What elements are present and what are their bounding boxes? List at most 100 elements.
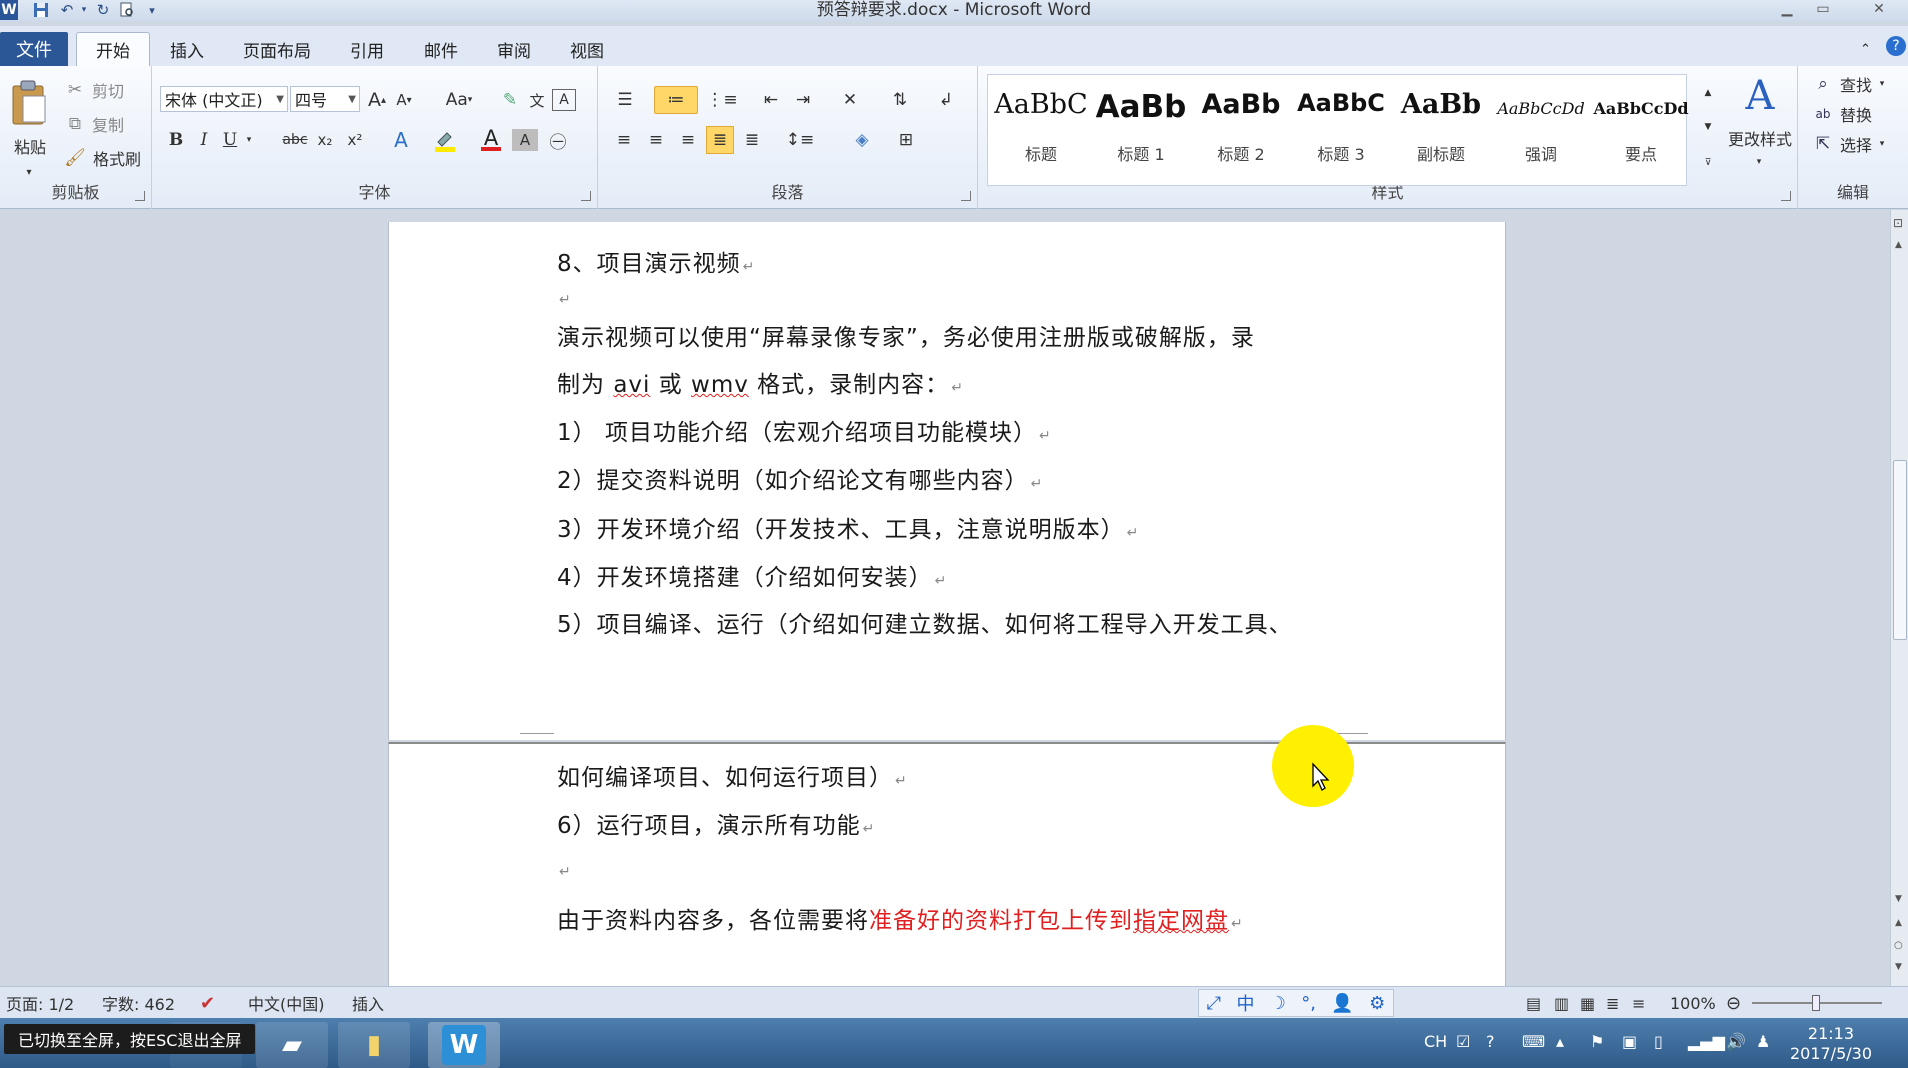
character-border-icon[interactable]: A — [552, 89, 576, 111]
taskbar-word-icon[interactable]: W — [428, 1022, 500, 1068]
gallery-scroll-down-icon[interactable]: ▼ — [1700, 110, 1716, 144]
ime-punctuation-icon[interactable]: °, — [1301, 993, 1316, 1014]
line-spacing-icon[interactable]: ↕≡ — [782, 126, 818, 154]
numbering-icon[interactable]: ≔ — [654, 86, 698, 114]
bold-button[interactable]: B — [164, 126, 188, 154]
scroll-up-icon[interactable]: ▲ — [1895, 240, 1902, 250]
print-layout-view-icon[interactable]: ▤ — [1526, 987, 1541, 1019]
ime-user-icon[interactable]: 👤 — [1331, 993, 1353, 1014]
word-count[interactable]: 字数: 462 — [102, 987, 175, 1019]
heading-demo-video[interactable]: 8、项目演示视频 ↵ — [557, 244, 755, 278]
ime-mode-indicator[interactable]: 中 — [1236, 990, 1254, 1016]
close-button[interactable]: ✕ — [1862, 0, 1896, 18]
copy-icon[interactable]: ⧉ — [64, 110, 86, 138]
increase-indent-icon[interactable]: ⇥ — [790, 86, 816, 114]
chinese-layout-icon[interactable]: ✕ — [834, 86, 866, 114]
document-area[interactable]: 8、项目演示视频 ↵ ↵ 演示视频可以使用“屏幕录像专家”，务必使用注册版或破解版… — [0, 210, 1890, 992]
replace-icon[interactable]: ab — [1812, 100, 1834, 128]
tab-page-layout[interactable]: 页面布局 — [243, 32, 311, 66]
list-item-continued[interactable]: 如何编译项目、如何运行项目） ↵ — [557, 758, 908, 792]
format-painter-button[interactable]: 格式刷 — [90, 144, 144, 172]
style-heading-3[interactable]: AaBbC 标题 3 — [1292, 79, 1390, 183]
find-icon[interactable]: ⌕ — [1812, 70, 1834, 98]
strikethrough-button[interactable]: abc — [278, 126, 312, 154]
clear-formatting-icon[interactable]: ✎ — [498, 86, 522, 114]
find-button[interactable]: 查找 — [1836, 70, 1876, 98]
distributed-icon[interactable]: ≣ — [738, 126, 766, 154]
shrink-font-button[interactable]: A ▾ — [392, 86, 416, 114]
align-left-icon[interactable]: ≡ — [610, 126, 638, 154]
tray-device-icon[interactable]: ▯ — [1654, 1032, 1663, 1051]
taskbar-notebook-icon[interactable]: ▰ — [256, 1022, 328, 1068]
scrollbar-thumb[interactable] — [1893, 460, 1907, 640]
empty-paragraph[interactable]: ↵ — [557, 284, 572, 310]
help-icon[interactable]: ? — [1886, 36, 1906, 56]
style-heading-1[interactable]: AaBb 标题 1 — [1092, 79, 1190, 183]
sort-icon[interactable]: ⇅ — [886, 86, 914, 114]
insert-mode[interactable]: 插入 — [352, 987, 384, 1019]
find-dropdown-icon[interactable]: ▾ — [1876, 70, 1888, 98]
list-item[interactable]: 4）开发环境搭建（介绍如何安装） ↵ — [557, 558, 947, 592]
draft-view-icon[interactable]: ≡ — [1632, 987, 1645, 1019]
select-dropdown-icon[interactable]: ▾ — [1876, 130, 1888, 158]
network-icon[interactable]: ▂▄▆ — [1688, 1032, 1725, 1051]
previous-page-icon[interactable]: ▲ — [1895, 918, 1902, 928]
align-right-icon[interactable]: ≡ — [674, 126, 702, 154]
select-button[interactable]: 选择 — [1836, 130, 1876, 158]
borders-icon[interactable]: ⊞ — [888, 126, 924, 154]
browse-object-icon[interactable]: ○ — [1894, 940, 1903, 951]
change-case-button[interactable]: Aa ▾ — [442, 86, 476, 114]
replace-button[interactable]: 替换 — [1836, 100, 1876, 128]
gallery-scroll-up-icon[interactable]: ▲ — [1700, 76, 1716, 110]
ribbon-minimize-icon[interactable]: ⌃ — [1860, 32, 1871, 66]
restore-button[interactable]: ▭ — [1806, 0, 1840, 18]
enclose-characters-icon[interactable]: ㊀ — [544, 126, 572, 154]
gallery-more-icon[interactable]: ⊽ — [1700, 146, 1716, 180]
clipboard-launcher-icon[interactable] — [135, 191, 145, 201]
style-subtitle[interactable]: AaBb 副标题 — [1392, 79, 1490, 183]
undo-icon[interactable]: ↶ — [56, 0, 78, 20]
tab-home[interactable]: 开始 — [76, 32, 150, 66]
ime-halfwidth-icon[interactable]: ☽ — [1270, 993, 1286, 1014]
shading-icon[interactable]: ◈ — [844, 126, 880, 154]
cut-button[interactable]: 剪切 — [88, 76, 128, 104]
text-effects-icon[interactable]: A — [386, 126, 416, 154]
font-color-button[interactable]: A — [476, 126, 506, 154]
tab-file[interactable]: 文件 — [0, 32, 68, 66]
paragraph-intro[interactable]: 演示视频可以使用“屏幕录像专家”，务必使用注册版或破解版，录 — [557, 318, 1255, 352]
list-item[interactable]: 2）提交资料说明（如介绍论文有哪些内容） ↵ — [557, 461, 1043, 495]
customize-icon[interactable]: ▾ — [144, 0, 160, 20]
system-clock[interactable]: 21:13 2017/5/30 — [1790, 1024, 1872, 1064]
ime-expand-icon[interactable]: ⤢ — [1207, 993, 1221, 1014]
multilevel-list-icon[interactable]: ⋮≡ — [706, 86, 738, 114]
tray-keyboard-icon[interactable]: ⌨ — [1522, 1032, 1545, 1051]
style-emphasis[interactable]: AaBbCcDd 强调 — [1492, 79, 1590, 183]
redo-icon[interactable]: ↻ — [92, 0, 114, 20]
page-count[interactable]: 页面: 1/2 — [6, 987, 74, 1019]
change-styles-icon[interactable]: A — [1730, 73, 1790, 119]
subscript-button[interactable]: x₂ — [312, 126, 338, 154]
list-item[interactable]: 3）开发环境介绍（开发技术、工具，注意说明版本） ↵ — [557, 510, 1139, 544]
list-item[interactable]: 1） 项目功能介绍（宏观介绍项目功能模块） ↵ — [557, 413, 1052, 447]
style-strong[interactable]: AaBbCcDd 要点 — [1592, 79, 1690, 183]
style-title[interactable]: AaBbC 标题 — [992, 79, 1090, 183]
web-layout-view-icon[interactable]: ▦ — [1580, 987, 1595, 1019]
next-page-icon[interactable]: ▼ — [1895, 962, 1902, 972]
style-heading-2[interactable]: AaBb 标题 2 — [1192, 79, 1290, 183]
proofing-icon[interactable]: ✔ — [200, 987, 215, 1019]
italic-button[interactable]: I — [192, 126, 216, 154]
ime-settings-icon[interactable]: ⚙ — [1369, 993, 1385, 1014]
zoom-slider-thumb[interactable] — [1812, 995, 1820, 1011]
reading-view-icon[interactable]: ▥ — [1554, 987, 1569, 1019]
zoom-out-icon[interactable]: ⊖ — [1726, 987, 1741, 1019]
tray-help-icon[interactable]: ? — [1486, 1032, 1495, 1051]
tab-review[interactable]: 审阅 — [497, 32, 531, 66]
highlight-color-icon[interactable] — [430, 126, 460, 154]
underline-dropdown-icon[interactable]: ▾ — [242, 126, 256, 154]
select-icon[interactable]: ⇱ — [1812, 130, 1834, 158]
phonetic-guide-icon[interactable]: 文 — [524, 86, 550, 114]
outline-view-icon[interactable]: ≣ — [1606, 987, 1619, 1019]
paste-button[interactable]: 粘贴 — [10, 132, 50, 160]
undo-dropdown-icon[interactable]: ▾ — [78, 0, 90, 20]
bullets-icon[interactable]: ☰ — [610, 86, 640, 114]
